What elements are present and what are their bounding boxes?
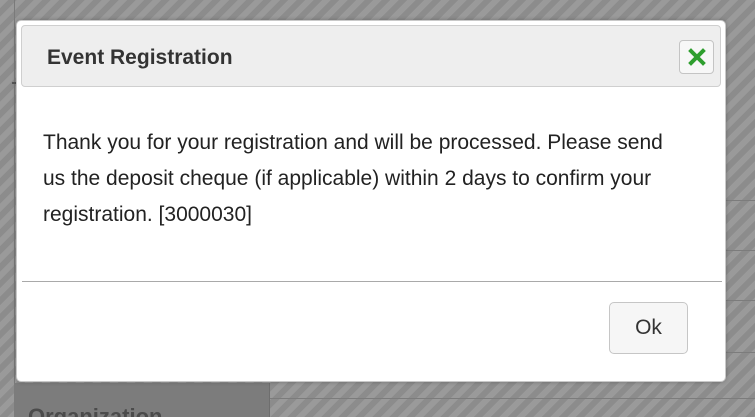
background-panel-label: Organization bbox=[28, 404, 163, 417]
dialog-message: Thank you for your registration and will… bbox=[43, 131, 663, 226]
dialog-title: Event Registration bbox=[47, 46, 233, 69]
event-registration-dialog: Event Registration Thank you for your re… bbox=[16, 20, 726, 382]
ok-button[interactable]: Ok bbox=[609, 302, 688, 354]
close-button[interactable] bbox=[679, 40, 714, 74]
dialog-divider bbox=[22, 281, 722, 282]
dialog-titlebar: Event Registration bbox=[21, 25, 721, 87]
background-divider bbox=[270, 398, 755, 399]
close-x-icon bbox=[687, 48, 706, 66]
